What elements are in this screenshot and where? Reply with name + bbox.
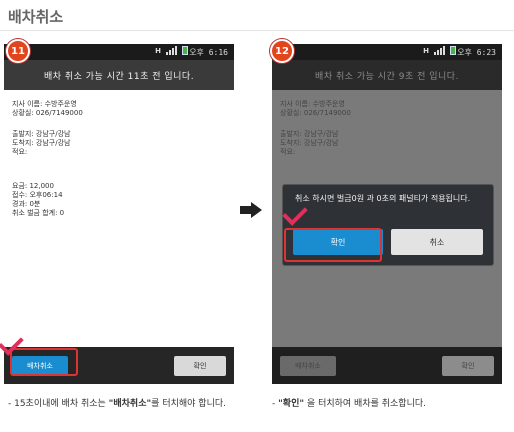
caption-emphasis: "확인" [278,399,305,409]
info-line: 도착지: 강남구/강남 [12,139,71,147]
signal-icon [166,46,177,55]
arrow-right-icon [240,202,262,218]
highlight-frame [284,228,382,262]
network-type-label: H [155,46,161,55]
dispatch-cancel-button[interactable]: 배차취소 [280,356,336,376]
dialog-message: 취소 하시면 벌금0원 과 0초의 패널티가 적용됩니다. [295,194,471,203]
info-line: 경과: 0분 [12,200,41,208]
network-type-label: H [423,46,429,55]
caption-text: 을 터치하여 배차를 취소합니다. [304,399,427,409]
caption-text: - 15초이내에 배차 취소는 [8,399,109,409]
caption-step-11: - 15초이내에 배차 취소는 "배차취소"를 터치해야 합니다. [8,398,248,410]
cancel-time-header: 배차 취소 가능 시간 9초 전 입니다. [272,60,502,90]
dispatch-info: 지사 이름: 수방주운영 상황실: 026/7149000 출발지: 강남구/강… [4,90,234,347]
confirm-button[interactable]: 확인 [442,356,494,376]
info-line: 지사 이름: 수방주운영 [12,100,77,108]
caption-text: 를 터치해야 합니다. [151,399,226,409]
caption-emphasis: "배차취소" [108,399,152,409]
status-bar: H 오후 6:23 [272,44,502,60]
page-title: 배차취소 [8,8,64,26]
info-line: 출발지: 강남구/강남 [12,130,71,138]
status-time: 오후 6:16 [189,48,228,57]
title-divider [0,30,514,31]
battery-icon [182,46,188,55]
info-line: 적요: [280,148,296,156]
highlight-frame [10,348,78,376]
info-line: 접수: 오후06:14 [12,191,63,199]
step-11-badge: 11 [6,39,30,63]
dialog-cancel-button[interactable]: 취소 [391,229,483,255]
info-line: 도착지: 강남구/강남 [280,139,339,147]
info-line: 상황실: 026/7149000 [12,109,83,117]
info-line: 지사 이름: 수방주운영 [280,100,345,108]
info-line: 적요: [12,148,28,156]
phone-screen-step-12: H 오후 6:23 배차 취소 가능 시간 9초 전 입니다. 지사 이름: 수… [272,44,502,384]
status-bar: H 오후 6:16 [4,44,234,60]
confirm-button[interactable]: 확인 [174,356,226,376]
info-line: 상황실: 026/7149000 [280,109,351,117]
info-line: 출발지: 강남구/강남 [280,130,339,138]
status-time: 오후 6:23 [457,48,496,57]
info-line: 요금: 12,000 [12,182,54,190]
cancel-time-header: 배차 취소 가능 시간 11초 전 입니다. [4,60,234,90]
info-line: 취소 벌금 합계: 0 [12,209,65,217]
signal-icon [434,46,445,55]
phone-screen-step-11: H 오후 6:16 배차 취소 가능 시간 11초 전 입니다. 지사 이름: … [4,44,234,384]
caption-step-12: - "확인" 을 터치하여 배차를 취소합니다. [272,398,512,410]
step-12-badge: 12 [270,39,294,63]
battery-icon [450,46,456,55]
bottom-bar: 배차취소 확인 [272,347,502,384]
